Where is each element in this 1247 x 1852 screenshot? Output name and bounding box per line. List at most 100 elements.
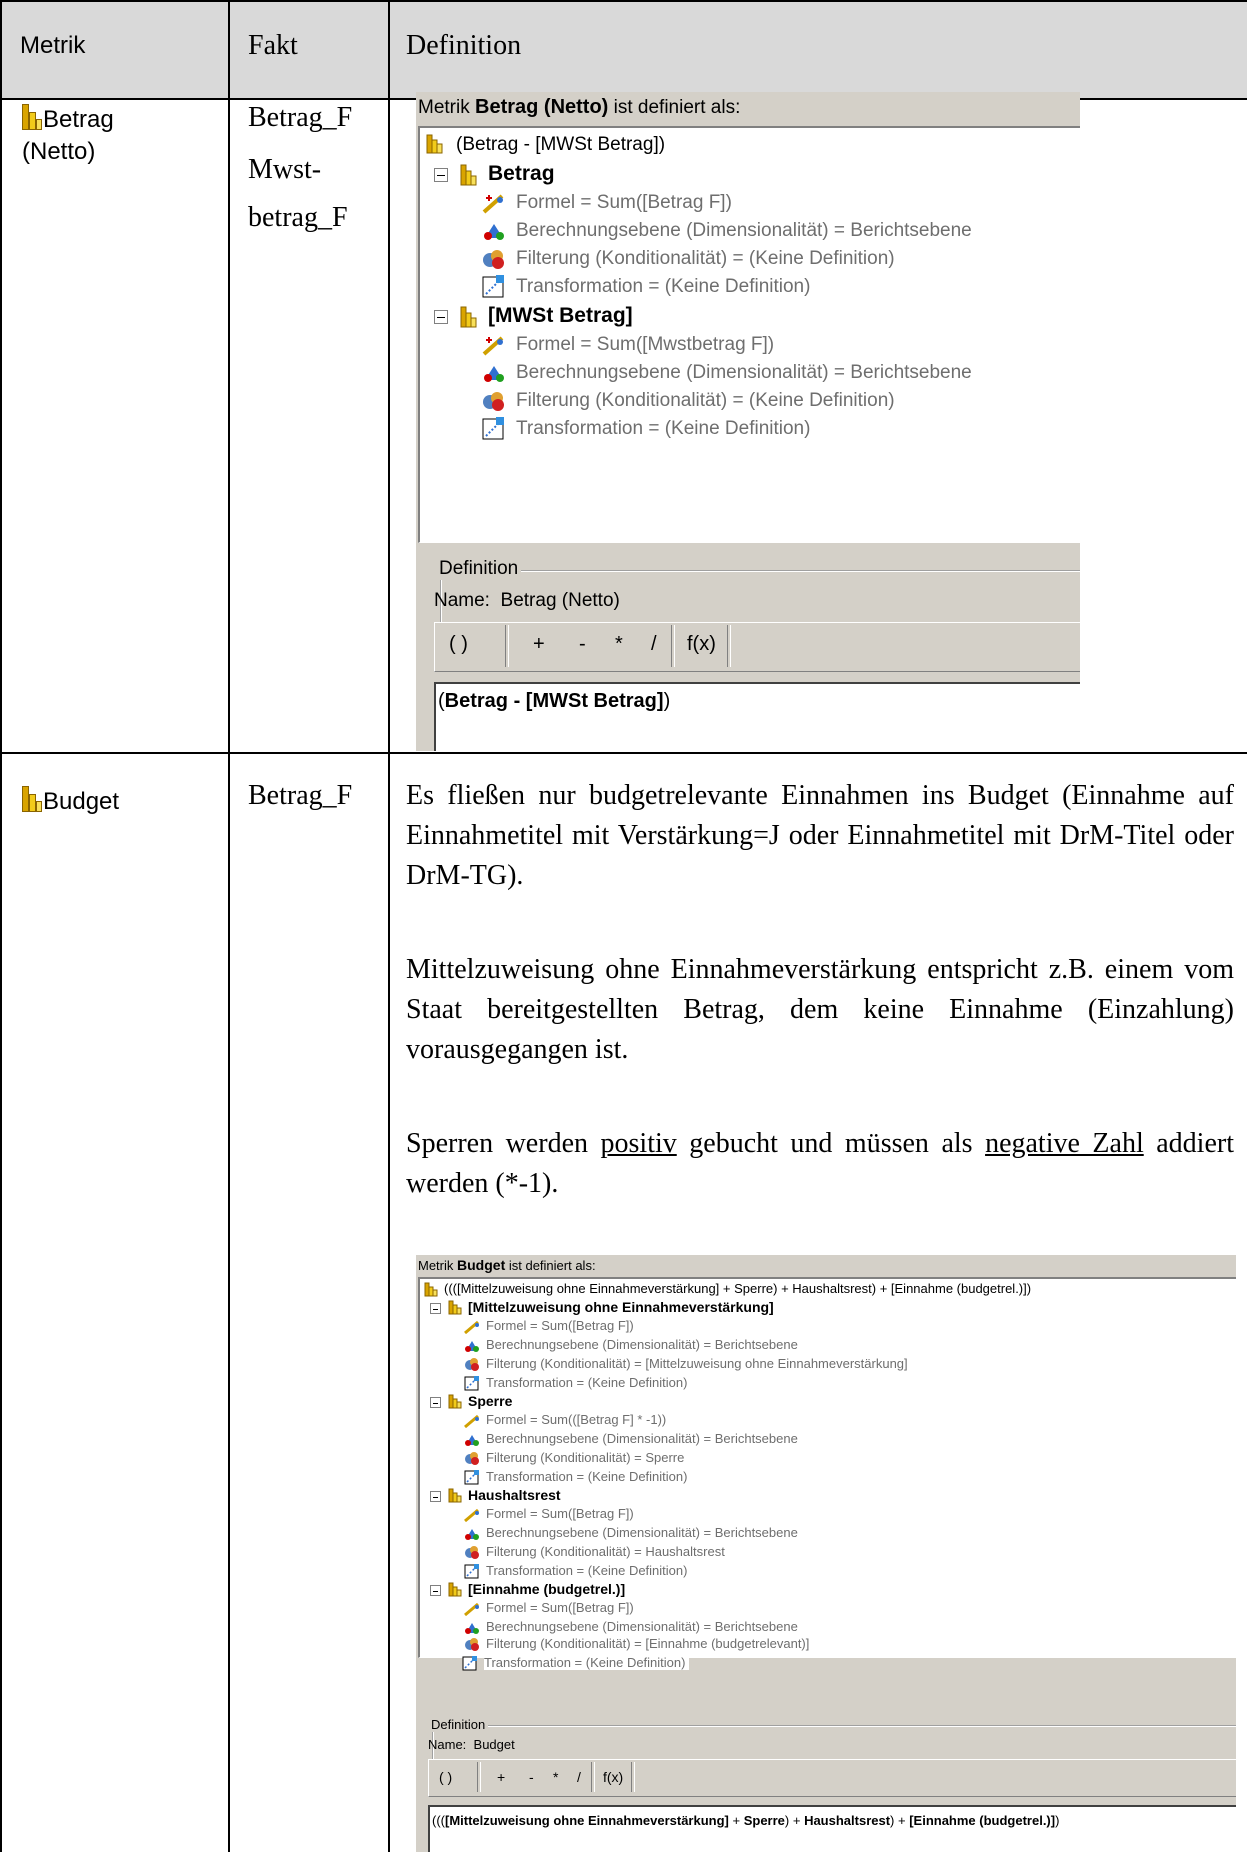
table-border-row1 <box>0 752 1247 754</box>
filter-icon <box>482 248 506 275</box>
minus-button[interactable]: - <box>529 1769 534 1785</box>
tree-prop: Transformation = (Keine Definition) <box>484 1655 690 1670</box>
multiply-button[interactable]: * <box>553 1769 558 1785</box>
tree-prop: Berechnungsebene (Dimensionalität) = Ber… <box>486 1431 798 1446</box>
metric-icon <box>448 1394 462 1414</box>
plus-button[interactable]: + <box>497 1769 505 1785</box>
tree-prop: Transformation = (Keine Definition) <box>486 1469 688 1484</box>
definition-legend: Definition <box>428 1717 489 1732</box>
metric-editor-betrag-netto: Metrik Betrag (Netto) ist definiert als:… <box>416 92 1080 751</box>
tree-root[interactable]: ((([Mittelzuweisung ohne Einnahmeverstär… <box>444 1281 1031 1296</box>
collapse-toggle[interactable] <box>434 310 448 324</box>
parentheses-button[interactable]: ( ) <box>439 1769 452 1785</box>
tree-item[interactable]: Haushaltsrest <box>468 1487 561 1503</box>
paragraph-1: Es fließen nur budgetrelevante Einnahmen… <box>406 780 1234 891</box>
table-border-left <box>0 0 2 1852</box>
transformation-icon <box>462 1655 478 1676</box>
formula-icon <box>464 1413 480 1433</box>
editor-title: Metrik Betrag (Netto) ist definiert als: <box>418 96 741 118</box>
parentheses-button[interactable]: ( ) <box>449 633 468 656</box>
dimensionality-icon <box>464 1526 480 1546</box>
divide-button[interactable]: / <box>651 633 657 656</box>
toolbar-separator <box>631 1762 635 1792</box>
tree-item[interactable]: Betrag <box>488 162 555 186</box>
multiply-button[interactable]: * <box>615 633 623 656</box>
fact-betrag: Betrag_F <box>248 102 353 133</box>
tree-prop: Formel = Sum(([Betrag F] * -1)) <box>486 1412 667 1427</box>
formula-editor[interactable]: (Betrag - [MWSt Betrag]) <box>434 682 1080 751</box>
table-border-col1 <box>228 0 230 1852</box>
metric-icon <box>460 306 478 333</box>
tree-item[interactable]: Sperre <box>468 1393 512 1409</box>
table-border-col2 <box>388 0 390 1852</box>
tree-prop: Formel = Sum([Mwstbetrag F]) <box>516 334 775 355</box>
tree-prop: Transformation = (Keine Definition) <box>516 276 811 297</box>
dimensionality-icon <box>482 362 506 389</box>
formula-icon <box>464 1507 480 1527</box>
filter-icon <box>464 1357 480 1377</box>
paragraph-2: Mittelzuweisung ohne Einnahmeverstärkung… <box>406 954 1234 1065</box>
tree-prop: Filterung (Konditionalität) = Haushaltsr… <box>486 1544 725 1559</box>
tree-prop: Formel = Sum([Betrag F]) <box>486 1318 634 1333</box>
tree-prop: Berechnungsebene (Dimensionalität) = Ber… <box>486 1619 798 1634</box>
transformation-icon <box>482 416 506 445</box>
formula-icon <box>482 192 506 219</box>
filter-icon <box>464 1637 480 1657</box>
fact-mwst-line2: betrag_F <box>248 202 348 233</box>
tree-prop: Filterung (Konditionalität) = (Keine Def… <box>516 248 895 269</box>
definition-tree[interactable]: ((([Mittelzuweisung ohne Einnahmeverstär… <box>418 1277 1236 1658</box>
table-header-background <box>0 0 1247 99</box>
filter-icon <box>482 390 506 417</box>
collapse-toggle[interactable] <box>430 1303 441 1314</box>
formula-icon <box>482 334 506 361</box>
filter-icon <box>464 1451 480 1471</box>
collapse-toggle[interactable] <box>430 1491 441 1502</box>
metric-table: Metrik Fakt Definition Betrag (Netto) Be… <box>0 0 1247 1852</box>
dimensionality-icon <box>482 220 506 247</box>
minus-button[interactable]: - <box>579 633 586 656</box>
tree-item[interactable]: [Mittelzuweisung ohne Einnahmeverstärkun… <box>468 1299 774 1315</box>
toolbar-separator <box>477 1762 481 1792</box>
tree-prop: Filterung (Konditionalität) = Sperre <box>486 1450 685 1465</box>
formula-editor[interactable]: ((([Mittelzuweisung ohne Einnahmeverstär… <box>428 1805 1236 1852</box>
operator-toolbar: ( ) + - * / f(x) <box>434 622 1080 672</box>
transformation-icon <box>482 274 506 303</box>
tree-prop: Transformation = (Keine Definition) <box>516 418 811 439</box>
metric-icon <box>460 164 478 191</box>
metric-icon <box>22 104 42 132</box>
metric-icon <box>22 786 42 814</box>
tree-prop: Filterung (Konditionalität) = (Keine Def… <box>516 390 895 411</box>
toolbar-separator <box>671 625 675 667</box>
tree-item[interactable]: [Einnahme (budgetrel.)] <box>468 1581 625 1597</box>
paragraph-3: Sperren werden positiv gebucht und müsse… <box>406 1128 1234 1199</box>
definition-tree[interactable]: (Betrag - [MWSt Betrag]) Betrag Formel =… <box>418 126 1080 543</box>
tree-root[interactable]: (Betrag - [MWSt Betrag]) <box>456 134 665 156</box>
metric-icon <box>448 1300 462 1320</box>
function-button[interactable]: f(x) <box>603 1769 623 1785</box>
tree-prop: Formel = Sum([Betrag F]) <box>486 1600 634 1615</box>
dimensionality-icon <box>464 1338 480 1358</box>
metric-icon <box>426 134 444 159</box>
plus-button[interactable]: + <box>533 633 545 656</box>
toolbar-separator <box>505 625 509 667</box>
metric-icon <box>424 1282 438 1302</box>
collapse-toggle[interactable] <box>430 1397 441 1408</box>
formula-icon <box>464 1601 480 1621</box>
metric-icon <box>448 1582 462 1602</box>
definition-legend: Definition <box>436 558 522 580</box>
header-metrik: Metrik <box>20 32 86 59</box>
collapse-toggle[interactable] <box>434 168 448 182</box>
formula-icon <box>464 1319 480 1339</box>
tree-prop: Filterung (Konditionalität) = [Einnahme … <box>486 1636 810 1651</box>
divide-button[interactable]: / <box>577 1769 581 1785</box>
header-definition: Definition <box>406 30 522 61</box>
dimensionality-icon <box>464 1432 480 1452</box>
toolbar-separator <box>591 1762 595 1792</box>
collapse-toggle[interactable] <box>430 1585 441 1596</box>
tree-item[interactable]: [MWSt Betrag] <box>488 304 633 328</box>
editor-title: Metrik Budget ist definiert als: <box>418 1257 596 1273</box>
tree-prop: Transformation = (Keine Definition) <box>486 1563 688 1578</box>
header-fakt: Fakt <box>248 30 298 61</box>
metric-editor-budget: Metrik Budget ist definiert als: ((([Mit… <box>416 1255 1236 1852</box>
function-button[interactable]: f(x) <box>687 633 716 656</box>
